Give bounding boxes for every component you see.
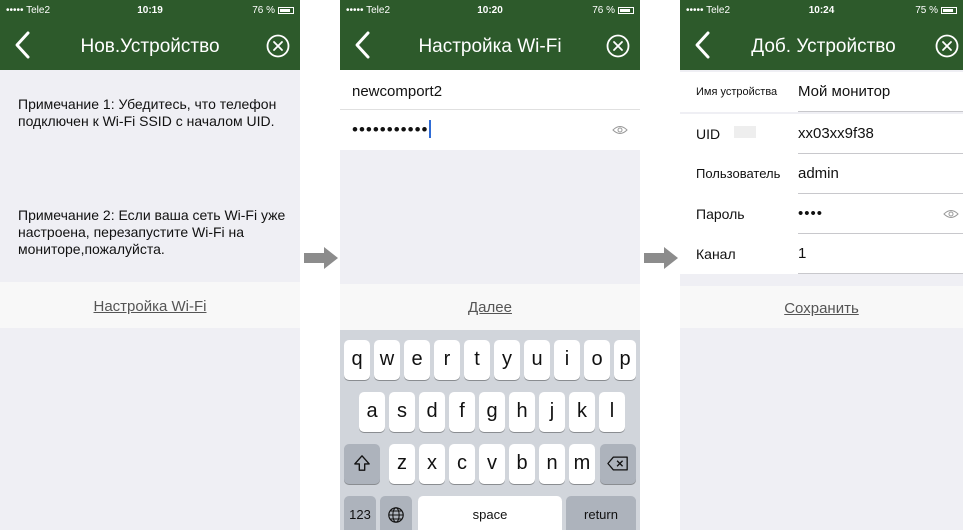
text-caret xyxy=(429,120,432,138)
status-bar: ••••• Tele2 10:19 76 % xyxy=(0,0,300,22)
close-icon[interactable] xyxy=(606,34,630,58)
back-chevron-icon[interactable] xyxy=(348,26,380,64)
key-h[interactable]: h xyxy=(509,392,535,432)
next-link[interactable]: Далее xyxy=(340,299,640,316)
channel-row[interactable]: Канал 1 xyxy=(680,234,963,274)
battery: 75 % xyxy=(915,5,957,16)
uid-redaction xyxy=(734,126,756,138)
action-band: Настройка Wi-Fi xyxy=(0,282,300,328)
key-f[interactable]: f xyxy=(449,392,475,432)
numbers-key[interactable]: 123 xyxy=(344,496,376,530)
battery: 76 % xyxy=(252,5,294,16)
user-value: admin xyxy=(798,165,839,182)
eye-icon[interactable] xyxy=(943,209,959,219)
nav-bar: Нов.Устройство xyxy=(0,22,300,70)
key-a[interactable]: a xyxy=(359,392,385,432)
password-field[interactable]: ••••••••••• xyxy=(340,110,640,150)
uid-label: UID xyxy=(696,126,721,142)
password-value: •••• xyxy=(798,205,824,222)
save-link[interactable]: Сохранить xyxy=(680,300,963,317)
key-w[interactable]: w xyxy=(374,340,400,380)
battery-percent: 76 % xyxy=(252,5,275,16)
page-title: Нов.Устройство xyxy=(80,36,220,57)
arrow-right-icon xyxy=(644,247,678,269)
key-z[interactable]: z xyxy=(389,444,415,484)
return-key[interactable]: return xyxy=(566,496,636,530)
battery-percent: 76 % xyxy=(592,5,615,16)
password-value: ••••••••••• xyxy=(352,120,432,140)
key-k[interactable]: k xyxy=(569,392,595,432)
key-q[interactable]: q xyxy=(344,340,370,380)
key-x[interactable]: x xyxy=(419,444,445,484)
password-label: Пароль xyxy=(696,206,745,222)
shift-key[interactable] xyxy=(344,444,380,484)
ssid-field[interactable]: newcomport2 xyxy=(340,70,640,110)
key-u[interactable]: u xyxy=(524,340,550,380)
divider xyxy=(798,111,963,112)
battery: 76 % xyxy=(592,5,634,16)
space-key[interactable]: space xyxy=(418,496,562,530)
page-title: Настройка Wi-Fi xyxy=(418,36,562,57)
eye-icon[interactable] xyxy=(612,125,628,135)
key-v[interactable]: v xyxy=(479,444,505,484)
user-label: Пользователь xyxy=(696,166,781,181)
keyboard: q w e r t y u i o p a s d f g h j k l z … xyxy=(340,330,640,530)
battery-percent: 75 % xyxy=(915,5,938,16)
globe-icon xyxy=(388,507,404,523)
battery-icon xyxy=(278,7,294,14)
backspace-key[interactable] xyxy=(600,444,636,484)
battery-icon xyxy=(618,7,634,14)
key-r[interactable]: r xyxy=(434,340,460,380)
key-d[interactable]: d xyxy=(419,392,445,432)
device-name-value: Мой монитор xyxy=(798,83,891,100)
key-n[interactable]: n xyxy=(539,444,565,484)
password-row[interactable]: Пароль •••• xyxy=(680,194,963,234)
key-e[interactable]: e xyxy=(404,340,430,380)
nav-bar: Настройка Wi-Fi xyxy=(340,22,640,70)
screen-new-device: ••••• Tele2 10:19 76 % Нов.Устройство Пр… xyxy=(0,0,300,530)
user-row[interactable]: Пользователь admin xyxy=(680,154,963,194)
ssid-value: newcomport2 xyxy=(352,83,443,100)
key-o[interactable]: o xyxy=(584,340,610,380)
wifi-setup-link[interactable]: Настройка Wi-Fi xyxy=(0,298,300,315)
shift-icon xyxy=(354,455,370,471)
arrow-right-icon xyxy=(304,247,338,269)
key-p[interactable]: p xyxy=(614,340,636,380)
status-bar: ••••• Tele2 10:24 75 % xyxy=(680,0,963,22)
action-band: Далее xyxy=(340,284,640,330)
back-chevron-icon[interactable] xyxy=(688,26,720,64)
key-t[interactable]: t xyxy=(464,340,490,380)
note-2: Примечание 2: Если ваша сеть Wi-Fi уже н… xyxy=(18,207,286,257)
uid-value: xx03xx9f38 xyxy=(798,125,874,142)
note-1: Примечание 1: Убедитесь, что телефон под… xyxy=(18,96,277,129)
divider xyxy=(798,273,963,274)
key-l[interactable]: l xyxy=(599,392,625,432)
key-b[interactable]: b xyxy=(509,444,535,484)
key-j[interactable]: j xyxy=(539,392,565,432)
uid-row[interactable]: UID xx03xx9f38 xyxy=(680,114,963,154)
channel-value: 1 xyxy=(798,245,807,262)
key-g[interactable]: g xyxy=(479,392,505,432)
action-band: Сохранить xyxy=(680,286,963,328)
close-icon[interactable] xyxy=(266,34,290,58)
close-icon[interactable] xyxy=(935,34,959,58)
key-s[interactable]: s xyxy=(389,392,415,432)
channel-label: Канал xyxy=(696,246,736,262)
key-y[interactable]: y xyxy=(494,340,520,380)
page-title: Доб. Устройство xyxy=(751,36,896,57)
nav-bar: Доб. Устройство xyxy=(680,22,963,70)
battery-icon xyxy=(941,7,957,14)
globe-key[interactable] xyxy=(380,496,412,530)
backspace-icon xyxy=(607,456,628,471)
screen-wifi-setup: ••••• Tele2 10:20 76 % Настройка Wi-Fi n… xyxy=(340,0,640,530)
key-c[interactable]: c xyxy=(449,444,475,484)
screen-add-device: ••••• Tele2 10:24 75 % Доб. Устройство И… xyxy=(680,0,963,530)
device-name-label: Имя устройства xyxy=(696,86,778,98)
status-bar: ••••• Tele2 10:20 76 % xyxy=(340,0,640,22)
key-m[interactable]: m xyxy=(569,444,595,484)
key-i[interactable]: i xyxy=(554,340,580,380)
back-chevron-icon[interactable] xyxy=(8,26,40,64)
device-name-row[interactable]: Имя устройства Мой монитор xyxy=(680,72,963,112)
